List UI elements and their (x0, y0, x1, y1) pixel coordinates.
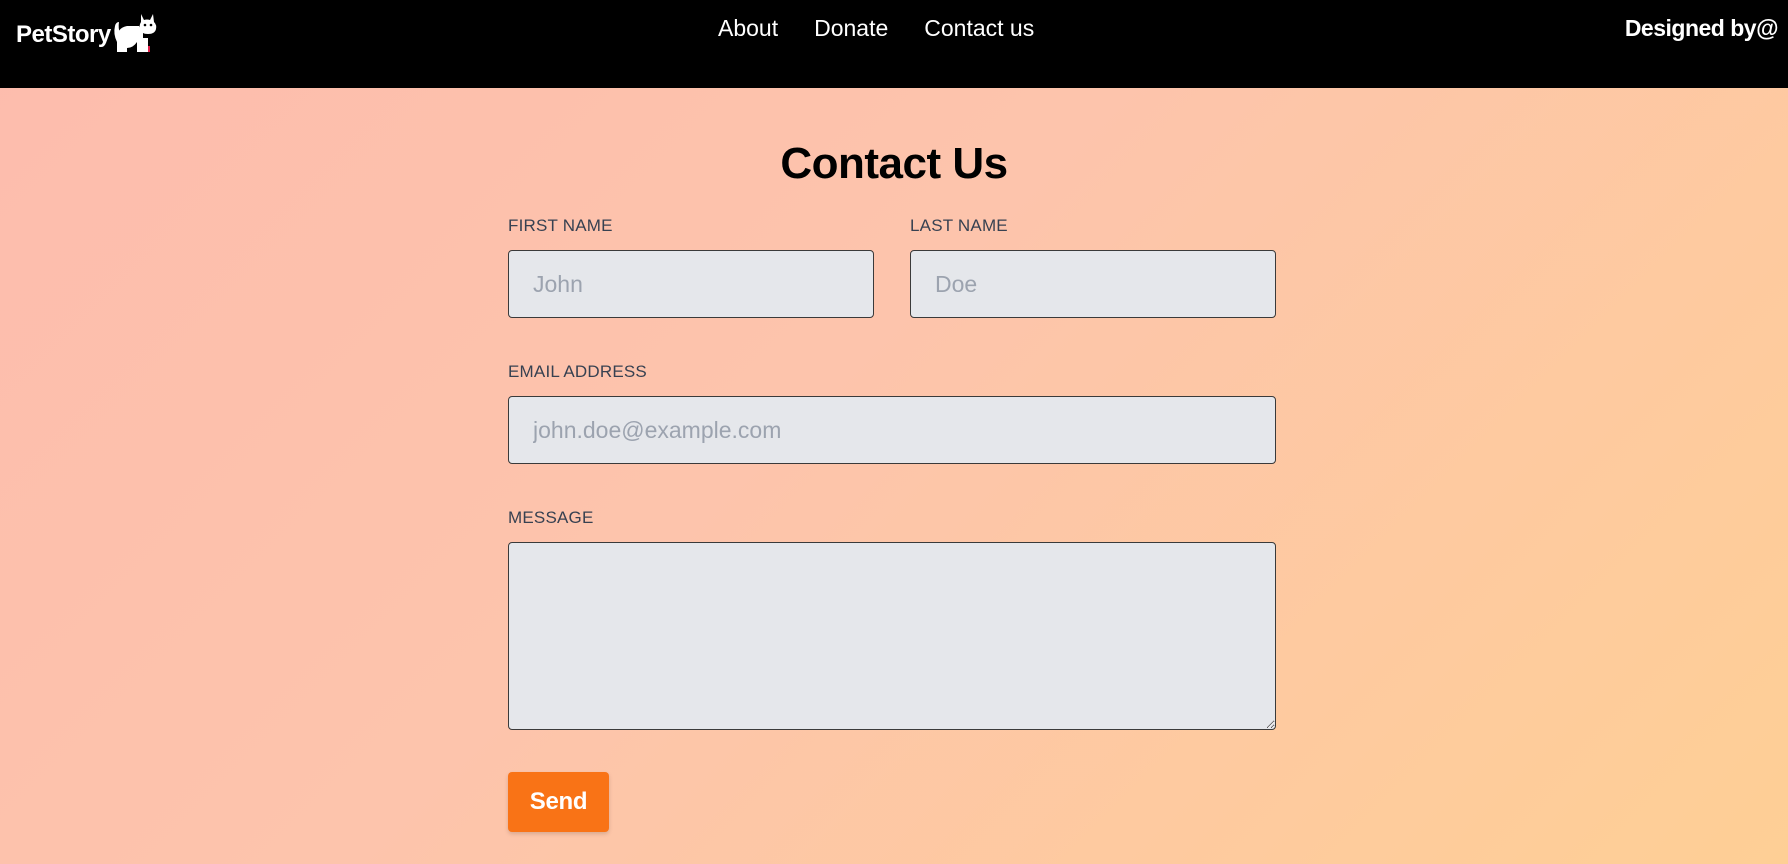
nav-link-contact[interactable]: Contact us (906, 12, 1052, 44)
email-field: EMAIL ADDRESS (508, 356, 1276, 464)
email-label: EMAIL ADDRESS (508, 362, 647, 381)
last-name-label: LAST NAME (910, 216, 1008, 235)
message-textarea[interactable] (508, 542, 1276, 730)
nav-link-donate[interactable]: Donate (796, 12, 906, 44)
navbar: PetStory About Donate Contact us Designe… (0, 0, 1788, 88)
page-title: Contact Us (780, 139, 1008, 188)
designed-by-text: Designed by@ (1624, 15, 1779, 41)
message-field: MESSAGE (508, 502, 1276, 730)
message-label: MESSAGE (508, 508, 594, 527)
first-name-input[interactable] (508, 250, 874, 318)
first-name-label: FIRST NAME (508, 216, 613, 235)
main-nav: About Donate Contact us (700, 12, 1052, 44)
email-input[interactable] (508, 396, 1276, 464)
cat-icon (114, 14, 156, 52)
last-name-field: LAST NAME (910, 210, 1276, 318)
nav-link-about[interactable]: About (700, 12, 796, 44)
first-name-field: FIRST NAME (508, 210, 874, 318)
brand-name: PetStory (16, 21, 111, 48)
brand-logo-link[interactable]: PetStory (16, 6, 161, 56)
last-name-input[interactable] (910, 250, 1276, 318)
send-button[interactable]: Send (508, 772, 609, 832)
